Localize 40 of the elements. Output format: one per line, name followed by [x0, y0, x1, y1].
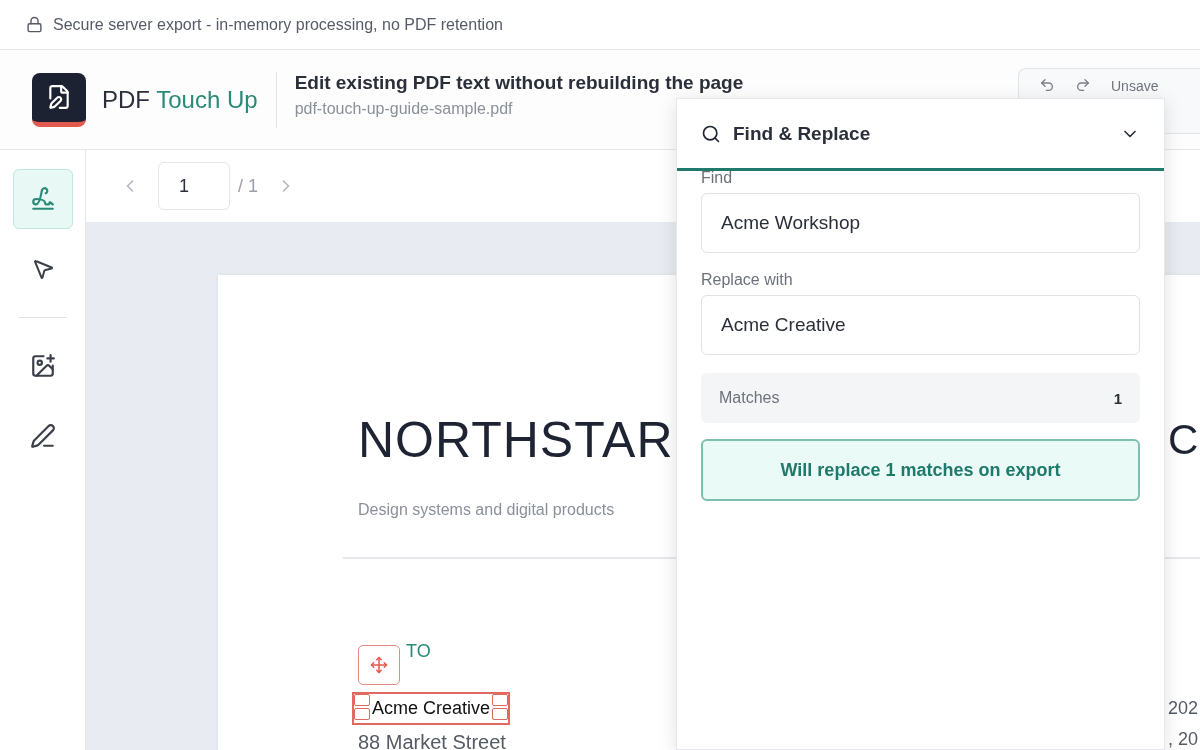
- app-name: PDF Touch Up: [102, 85, 258, 114]
- company-name: NORTHSTAR: [358, 415, 675, 465]
- pen-icon: [29, 423, 56, 449]
- title-fragment: C: [1168, 419, 1200, 461]
- street-address: 88 Market Street: [358, 731, 507, 750]
- undo-icon: [1039, 77, 1055, 93]
- date-fragment: , 20: [1168, 729, 1200, 750]
- company-tagline: Design systems and digital products: [358, 501, 616, 519]
- resize-handle[interactable]: [354, 694, 370, 706]
- matches-count: 1: [1113, 389, 1122, 407]
- redo-icon: [1075, 77, 1091, 93]
- move-icon: [370, 656, 388, 674]
- undo-button[interactable]: [1039, 77, 1055, 93]
- find-field[interactable]: Acme Workshop: [701, 193, 1140, 253]
- resize-handle[interactable]: [492, 708, 509, 720]
- security-notice: Secure server export - in-memory processing, no PDF retention: [53, 15, 503, 34]
- recipient-label: TO: [406, 641, 431, 662]
- lock-icon: [26, 16, 43, 33]
- date-fragment: 202: [1168, 698, 1200, 719]
- document-title: Edit existing PDF text without rebuilding the page: [294, 71, 744, 94]
- replace-field[interactable]: Acme Creative: [701, 295, 1140, 355]
- replace-summary-button[interactable]: Will replace 1 matches on export: [701, 439, 1140, 501]
- file-pen-icon: [46, 84, 72, 110]
- resize-handle[interactable]: [492, 694, 509, 706]
- redo-button[interactable]: [1075, 77, 1091, 93]
- signature-tool[interactable]: [12, 169, 73, 229]
- editable-text[interactable]: Acme Creative: [352, 692, 511, 725]
- field-label: Find: [701, 169, 734, 187]
- field-label: Replace with: [701, 271, 794, 289]
- matches-label: Matches: [719, 389, 780, 407]
- image-plus-icon: [29, 353, 56, 379]
- resize-handle[interactable]: [354, 708, 370, 720]
- signature-icon: [29, 186, 56, 212]
- panel-title: Find & Replace: [733, 122, 871, 145]
- page-total: / 1: [238, 175, 258, 197]
- search-icon: [701, 123, 721, 144]
- save-status: Unsave: [1111, 77, 1159, 95]
- move-handle[interactable]: [358, 645, 400, 685]
- page-number-field[interactable]: 1: [158, 162, 230, 210]
- file-name: pdf-touch-up-guide-sample.pdf: [294, 99, 514, 118]
